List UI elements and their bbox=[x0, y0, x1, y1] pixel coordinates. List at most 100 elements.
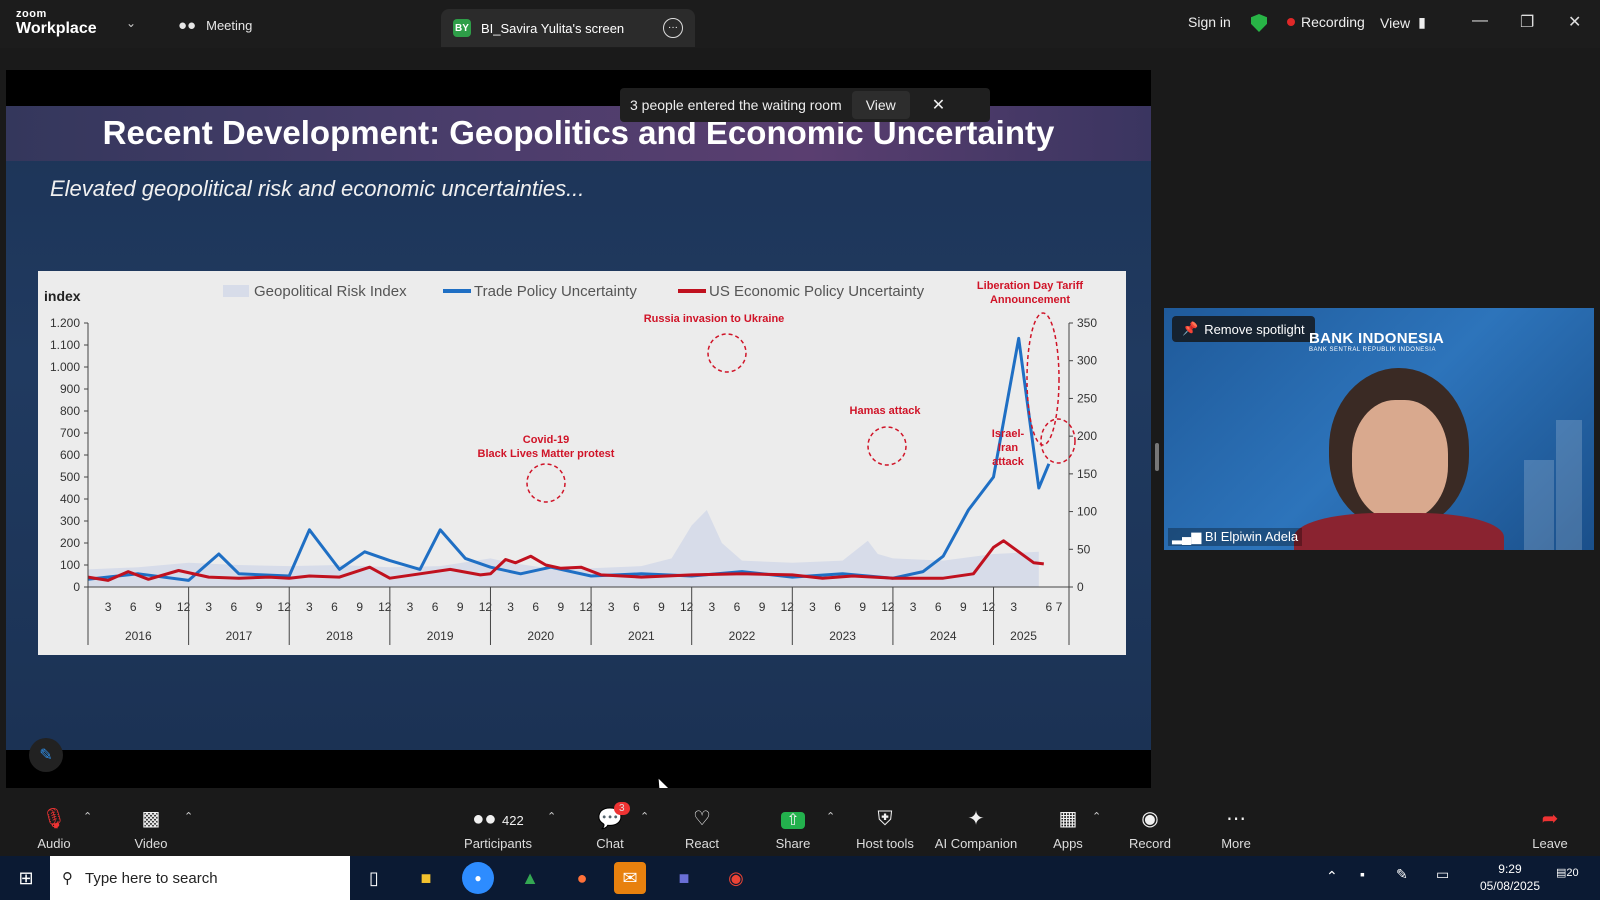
annotation-label: Black Lives Matter protest bbox=[478, 448, 615, 460]
windows-start-icon[interactable]: ⊞ bbox=[10, 862, 42, 894]
apps-label: Apps bbox=[1053, 836, 1083, 851]
apps-caret-icon[interactable]: ⌃ bbox=[1092, 810, 1101, 823]
more-options-icon[interactable]: ··· bbox=[663, 18, 683, 38]
waiting-room-view-button[interactable]: View bbox=[851, 91, 910, 119]
annotation-circle bbox=[1026, 312, 1060, 446]
minimize-icon[interactable]: — bbox=[1472, 12, 1488, 30]
security-shield-icon[interactable] bbox=[1251, 14, 1267, 32]
participants-button[interactable]: ●● 422 Participants bbox=[458, 806, 538, 851]
clock-date: 05/08/2025 bbox=[1479, 879, 1540, 893]
tray-keyboard-icon[interactable]: ▭ bbox=[1436, 866, 1449, 883]
view-menu-button[interactable]: View ▮ bbox=[1380, 14, 1426, 31]
annotation-label: Covid-19 bbox=[523, 434, 569, 446]
participant-face bbox=[1352, 400, 1448, 520]
participant-body bbox=[1294, 513, 1504, 550]
more-label: More bbox=[1221, 836, 1251, 851]
chevron-down-icon[interactable]: ⌄ bbox=[126, 16, 136, 30]
task-view-icon[interactable]: ▯ bbox=[358, 862, 390, 894]
tab-shared-screen[interactable]: BY BI_Savira Yulita's screen ··· bbox=[441, 9, 695, 47]
people-icon: ●● bbox=[178, 16, 197, 34]
host-tools-label: Host tools bbox=[856, 836, 914, 851]
month-tick-label: 9 bbox=[457, 600, 464, 614]
chat-caret-icon[interactable]: ⌃ bbox=[640, 810, 649, 823]
participants-icon: ●● bbox=[472, 808, 497, 830]
participant-name-text: BI Elpiwin Adela bbox=[1204, 529, 1299, 544]
spotlight-video-tile[interactable]: 📌 Remove spotlight BANK INDONESIA BANK S… bbox=[1164, 308, 1594, 550]
month-tick-label: 6 bbox=[231, 600, 238, 614]
firefox-icon[interactable]: ● bbox=[566, 862, 598, 894]
audio-button[interactable]: 🎙 Audio bbox=[32, 806, 76, 851]
month-tick-label: 3 bbox=[306, 600, 313, 614]
month-tick-label: 9 bbox=[155, 600, 162, 614]
tray-pen-icon[interactable]: ✎ bbox=[1396, 866, 1408, 883]
month-tick-label: 3 bbox=[608, 600, 615, 614]
month-tick-label: 9 bbox=[759, 600, 766, 614]
video-label: Video bbox=[134, 836, 168, 851]
restore-icon[interactable]: ❐ bbox=[1520, 12, 1534, 32]
annotation-circle bbox=[526, 463, 566, 503]
taskbar-search-input[interactable]: ⚲ Type here to search bbox=[50, 856, 350, 900]
share-caret-icon[interactable]: ⌃ bbox=[826, 810, 835, 823]
ai-companion-button[interactable]: ✦ AI Companion bbox=[934, 806, 1018, 851]
remove-spotlight-label: Remove spotlight bbox=[1204, 321, 1305, 337]
annotate-pencil-icon[interactable]: ✎ bbox=[29, 738, 63, 772]
bank-indonesia-logo: BANK INDONESIA BANK SENTRAL REPUBLIK IND… bbox=[1309, 330, 1444, 353]
record-button[interactable]: ◉ Record bbox=[1128, 806, 1172, 851]
share-button[interactable]: ⇧ Share bbox=[772, 806, 814, 851]
heart-icon: ♡ bbox=[693, 808, 711, 830]
audio-options-caret-icon[interactable]: ⌃ bbox=[83, 810, 92, 823]
zoom-app-icon[interactable]: ● bbox=[462, 862, 494, 894]
logo-bottom: Workplace bbox=[16, 20, 97, 37]
record-icon: ◉ bbox=[1141, 808, 1159, 830]
teams-icon[interactable]: ■ bbox=[668, 862, 700, 894]
shared-screen[interactable]: Recent Development: Geopolitics and Econ… bbox=[6, 70, 1151, 788]
google-drive-icon[interactable]: ▲ bbox=[514, 862, 546, 894]
building-graphic bbox=[1524, 460, 1554, 550]
left-tick-label: 1.200 bbox=[50, 316, 80, 330]
panel-resize-handle[interactable] bbox=[1155, 443, 1159, 471]
react-button[interactable]: ♡ React bbox=[680, 806, 724, 851]
year-label: 2020 bbox=[527, 629, 554, 643]
video-options-caret-icon[interactable]: ⌃ bbox=[184, 810, 193, 823]
participant-name: ▂▄▆ BI Elpiwin Adela bbox=[1168, 528, 1303, 546]
chrome-icon[interactable]: ◉ bbox=[720, 862, 752, 894]
left-tick-label: 600 bbox=[60, 448, 80, 462]
month-tick-label: 3 bbox=[910, 600, 917, 614]
notification-center-icon[interactable]: ▤20 bbox=[1556, 866, 1586, 890]
chat-unread-badge: 3 bbox=[614, 802, 630, 815]
close-icon[interactable]: ✕ bbox=[1568, 12, 1581, 32]
record-label: Record bbox=[1129, 836, 1171, 851]
file-explorer-icon[interactable]: ■ bbox=[410, 862, 442, 894]
chat-button[interactable]: 💬 Chat 3 bbox=[590, 802, 630, 851]
legend-entry: US Economic Policy Uncertainty bbox=[709, 283, 925, 300]
leave-button[interactable]: ➦ Leave bbox=[1530, 806, 1570, 851]
year-label: 2025 bbox=[1010, 629, 1037, 643]
taskbar-clock[interactable]: 9:29 05/08/2025 bbox=[1480, 861, 1540, 895]
clock-time: 9:29 bbox=[1498, 862, 1522, 876]
participants-caret-icon[interactable]: ⌃ bbox=[547, 810, 556, 823]
react-label: React bbox=[685, 836, 719, 851]
video-button[interactable]: ▩ Video bbox=[128, 806, 174, 851]
sparkle-icon: ✦ bbox=[967, 808, 985, 830]
month-tick-label: 6 bbox=[331, 600, 338, 614]
outlook-icon[interactable]: ✉ bbox=[614, 862, 646, 894]
tray-chevron-up-icon[interactable]: ⌃ bbox=[1326, 868, 1338, 885]
video-camera-icon: ▩ bbox=[141, 808, 161, 830]
meeting-toolbar: 🎙 Audio ⌃ ▩ Video ⌃ ●● 422 Participants … bbox=[0, 800, 1600, 856]
month-tick-label: 3 bbox=[507, 600, 514, 614]
close-notification-icon[interactable]: ✕ bbox=[932, 95, 945, 115]
recording-indicator[interactable]: Recording bbox=[1287, 14, 1365, 30]
tab-meeting[interactable]: ●● Meeting bbox=[178, 14, 252, 36]
remove-spotlight-button[interactable]: 📌 Remove spotlight bbox=[1172, 316, 1315, 342]
sign-in-button[interactable]: Sign in bbox=[1188, 14, 1231, 30]
participants-label: Participants bbox=[464, 836, 532, 851]
more-button[interactable]: ⋯ More bbox=[1218, 806, 1254, 851]
legend-entry: Trade Policy Uncertainty bbox=[474, 283, 637, 300]
left-tick-label: 1.100 bbox=[50, 338, 80, 352]
tray-microphone-icon[interactable]: ▪ bbox=[1360, 866, 1365, 882]
month-tick-label: 6 bbox=[432, 600, 439, 614]
apps-grid-icon: ▦ bbox=[1058, 808, 1078, 830]
host-tools-button[interactable]: ⛨ Host tools bbox=[852, 806, 918, 851]
apps-button[interactable]: ▦ Apps bbox=[1050, 806, 1086, 851]
mouse-cursor-icon bbox=[653, 776, 671, 788]
